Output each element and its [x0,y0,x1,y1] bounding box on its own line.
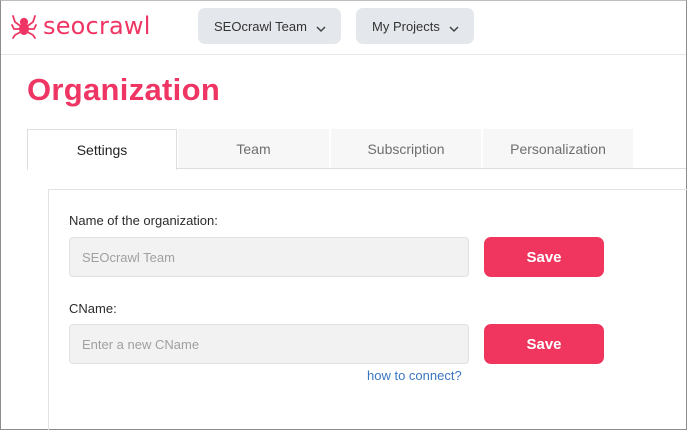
org-name-label: Name of the organization: [69,213,218,228]
projects-dropdown-label: My Projects [372,18,440,34]
spider-icon [11,13,37,39]
team-dropdown-label: SEOcrawl Team [214,18,307,34]
logo[interactable]: seocrawl [11,9,151,43]
projects-dropdown[interactable]: My Projects [356,8,474,44]
team-dropdown[interactable]: SEOcrawl Team [198,8,341,44]
cname-label: CName: [69,301,117,316]
tab-subscription[interactable]: Subscription [331,129,481,169]
how-to-connect-link[interactable]: how to connect? [367,368,462,383]
logo-text: seocrawl [43,12,151,40]
cname-input[interactable] [69,324,469,364]
chevron-down-icon [316,21,326,36]
page-title: Organization [27,72,221,107]
chevron-down-icon [449,21,459,36]
tab-divider [176,168,686,169]
top-header: seocrawl SEOcrawl Team My Projects [1,1,686,55]
tab-settings[interactable]: Settings [27,129,177,170]
tab-personalization[interactable]: Personalization [483,129,633,169]
save-org-name-button[interactable]: Save [484,237,604,277]
tab-team[interactable]: Team [178,129,329,169]
org-name-input[interactable] [69,237,469,277]
save-cname-button[interactable]: Save [484,324,604,364]
